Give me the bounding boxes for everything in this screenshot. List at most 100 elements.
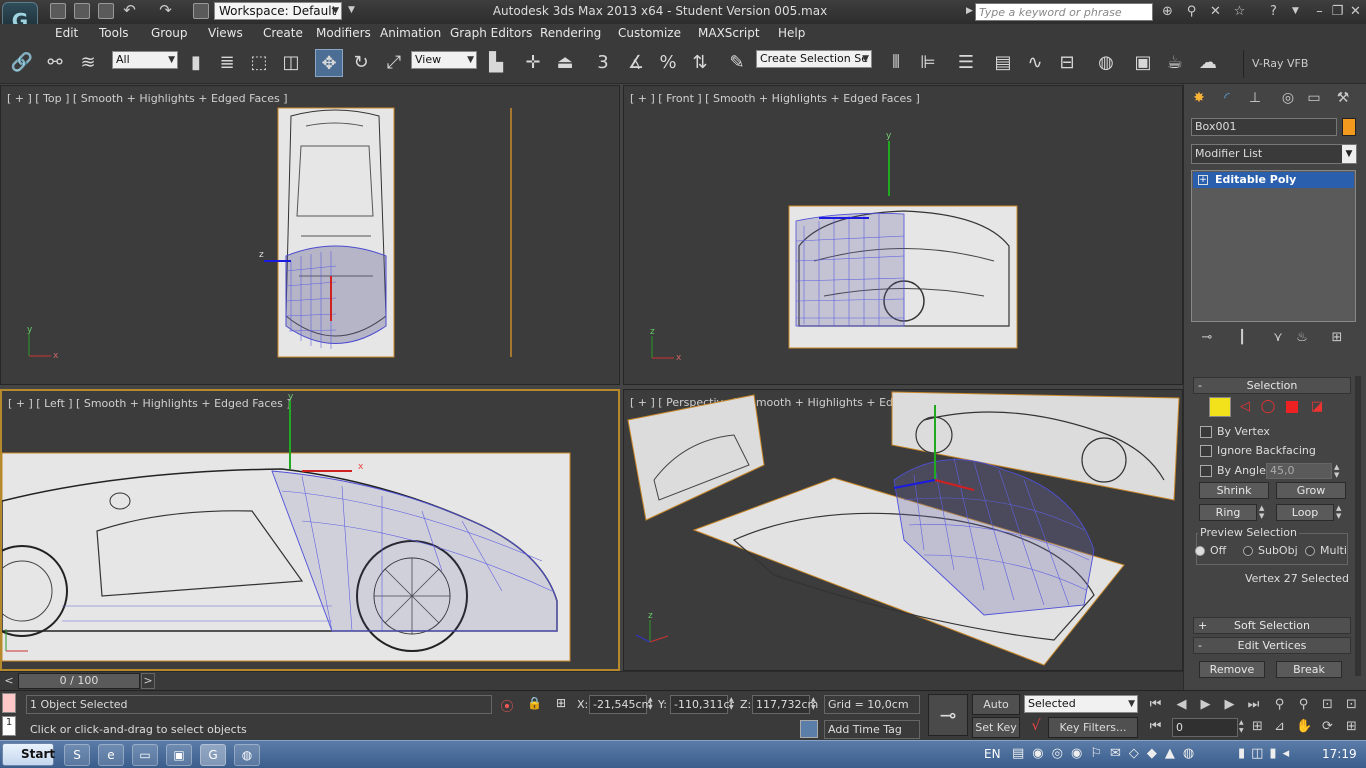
snaps-toggle-icon[interactable]: 3 — [589, 49, 617, 77]
go-to-start-icon[interactable]: ⏮ — [1148, 697, 1163, 712]
add-time-tag-button[interactable]: Add Time Tag — [824, 720, 920, 739]
menu-graph-editors[interactable]: Graph Editors — [450, 26, 532, 40]
redo-icon[interactable]: ↷ — [158, 3, 173, 18]
named-selection-dropdown[interactable]: Create Selection Se ▼ — [756, 50, 872, 68]
set-key-button[interactable]: Set Key — [972, 717, 1020, 738]
modify-tab-icon[interactable]: ◜ — [1216, 90, 1238, 110]
select-and-rotate-icon[interactable]: ↻ — [347, 49, 375, 77]
by-vertex-checkbox[interactable] — [1200, 426, 1212, 438]
z-spinner-icon[interactable]: ▲ ▼ — [811, 696, 819, 712]
selection-filter-dropdown[interactable]: All ▼ — [112, 51, 178, 69]
window-crossing-icon[interactable]: ◫ — [277, 49, 305, 77]
angle-input[interactable]: 45,0 — [1266, 463, 1332, 479]
undo-icon[interactable]: ↶ — [122, 3, 137, 18]
rectangular-selection-icon[interactable]: ⬚ — [245, 49, 273, 77]
modifier-stack[interactable] — [1191, 170, 1356, 322]
select-and-move-icon[interactable]: ✥ — [315, 49, 343, 77]
close-icon[interactable]: ✕ — [1348, 4, 1363, 19]
key-filters-button[interactable]: Key Filters... — [1048, 717, 1138, 738]
remove-modifier-icon[interactable]: ♨ — [1292, 330, 1312, 350]
element-mode-icon[interactable]: ◪ — [1308, 399, 1326, 415]
new-file-icon[interactable] — [50, 3, 66, 19]
spinner-snap-icon[interactable]: ⇅ — [686, 49, 714, 77]
keyboard-shortcut-override-icon[interactable]: ⏏ — [551, 49, 579, 77]
maximize-viewport-icon[interactable]: ⊞ — [1344, 719, 1359, 734]
time-configuration-icon[interactable]: ⊞ — [1250, 719, 1265, 734]
unlink-icon[interactable]: ⚯ — [41, 49, 69, 77]
menu-animation[interactable]: Animation — [380, 26, 441, 40]
maxscript-listener-icon[interactable] — [2, 693, 16, 713]
motion-tab-icon[interactable]: ◎ — [1277, 90, 1299, 110]
break-button[interactable]: Break — [1276, 661, 1342, 678]
next-frame-icon[interactable]: ▶ — [1222, 697, 1237, 712]
zoom-icon[interactable]: ⚲ — [1272, 697, 1287, 712]
vray-vfb-button[interactable]: V-Ray VFB — [1243, 50, 1313, 78]
skype-icon[interactable]: S — [64, 744, 90, 766]
go-to-end-icon[interactable]: ⏭ — [1246, 697, 1261, 712]
save-file-icon[interactable] — [98, 3, 114, 19]
time-slider[interactable]: 0 / 100 — [18, 673, 140, 689]
border-mode-icon[interactable]: ◯ — [1259, 399, 1277, 415]
loop-button[interactable]: Loop — [1276, 504, 1334, 521]
z-coord-input[interactable]: 117,732cm — [752, 695, 818, 714]
restore-icon[interactable]: ❐ — [1330, 4, 1345, 19]
favorites-star-icon[interactable]: ☆ — [1232, 4, 1247, 19]
quick-access-menu-icon[interactable]: ▼ — [344, 3, 359, 18]
project-folder-icon[interactable] — [193, 3, 209, 19]
explorer-icon[interactable]: ▭ — [132, 744, 158, 766]
hierarchy-tab-icon[interactable]: ⊥ — [1244, 90, 1266, 110]
select-and-link-icon[interactable]: 🔗 — [8, 49, 36, 77]
stack-item-editable-poly[interactable]: Editable Poly — [1193, 172, 1354, 188]
set-key-icon[interactable]: ⊸ — [928, 694, 968, 736]
make-unique-icon[interactable]: ⋎ — [1268, 330, 1288, 350]
key-mode-toggle-icon[interactable]: ⏮ — [1148, 719, 1163, 734]
key-mode-dropdown[interactable]: Selected ▼ — [1024, 695, 1138, 713]
loop-spinner-icon[interactable]: ▲ ▼ — [1336, 504, 1346, 521]
utilities-tab-icon[interactable]: ⚒ — [1332, 90, 1354, 110]
system-tray-icons[interactable]: ▤◉◎◉⚐✉◇◆▲◍ — [1012, 746, 1232, 762]
pin-stack-icon[interactable]: ⊸ — [1197, 330, 1217, 350]
tray-status-icons[interactable]: ▮◫▮◂ — [1238, 746, 1318, 762]
menu-modifiers[interactable]: Modifiers — [316, 26, 371, 40]
language-indicator[interactable]: EN — [984, 747, 1001, 761]
help-dropdown-icon[interactable]: ▼ — [1288, 4, 1303, 19]
bind-space-warp-icon[interactable]: ≋ — [74, 49, 102, 77]
layer-manager-icon[interactable]: ☰ — [952, 49, 980, 77]
binoculars-icon[interactable]: ⊕ — [1160, 4, 1175, 19]
expand-plus-icon[interactable]: + — [1198, 175, 1208, 185]
display-tab-icon[interactable]: ▭ — [1303, 90, 1325, 110]
pan-view-icon[interactable]: ✋ — [1296, 719, 1312, 734]
play-icon[interactable]: ▶ — [1198, 697, 1213, 712]
isolate-selection-icon[interactable]: ⦿ — [500, 696, 514, 715]
menu-help[interactable]: Help — [778, 26, 805, 40]
x-spinner-icon[interactable]: ▲ ▼ — [648, 696, 656, 712]
ignore-backfacing-checkbox[interactable] — [1200, 445, 1212, 457]
ring-spinner-icon[interactable]: ▲ ▼ — [1259, 504, 1269, 521]
time-next-button[interactable]: > — [141, 673, 155, 689]
ring-button[interactable]: Ring — [1199, 504, 1257, 521]
time-prev-button[interactable]: < — [2, 673, 16, 689]
modifier-list-dropdown[interactable]: Modifier List ▼ — [1191, 144, 1357, 164]
menu-tools[interactable]: Tools — [99, 26, 129, 40]
viewport-top[interactable]: [ + ] [ Top ] [ Smooth + Highlights + Ed… — [0, 85, 620, 385]
percent-snap-icon[interactable]: % — [654, 49, 682, 77]
menu-create[interactable]: Create — [263, 26, 303, 40]
3dsmax-task-icon[interactable]: G — [200, 744, 226, 766]
search-input[interactable]: Type a keyword or phrase — [975, 3, 1153, 21]
pivot-center-icon[interactable]: ▙ — [482, 49, 510, 77]
select-and-scale-icon[interactable]: ⤢ — [380, 49, 408, 77]
current-frame-input[interactable]: 0 — [1172, 718, 1238, 737]
selection-rollout-header[interactable]: - Selection — [1193, 377, 1351, 394]
graphite-toolbar-icon[interactable]: ▤ — [989, 49, 1017, 77]
edge-mode-icon[interactable]: ◁ — [1236, 399, 1254, 415]
paint-icon[interactable]: ◍ — [234, 744, 260, 766]
viewport-front[interactable]: [ + ] [ Front ] [ Smooth + Highlights + … — [623, 85, 1183, 385]
material-editor-icon[interactable]: ◍ — [1092, 49, 1120, 77]
select-by-name-icon[interactable]: ≣ — [213, 49, 241, 77]
field-of-view-icon[interactable]: ⊿ — [1272, 719, 1287, 734]
preview-subobj-radio[interactable] — [1243, 546, 1253, 556]
time-tag-icon[interactable] — [800, 720, 818, 738]
clock[interactable]: 17:19 — [1322, 747, 1357, 761]
y-spinner-icon[interactable]: ▲ ▼ — [729, 696, 737, 712]
preview-off-radio[interactable] — [1195, 546, 1205, 556]
